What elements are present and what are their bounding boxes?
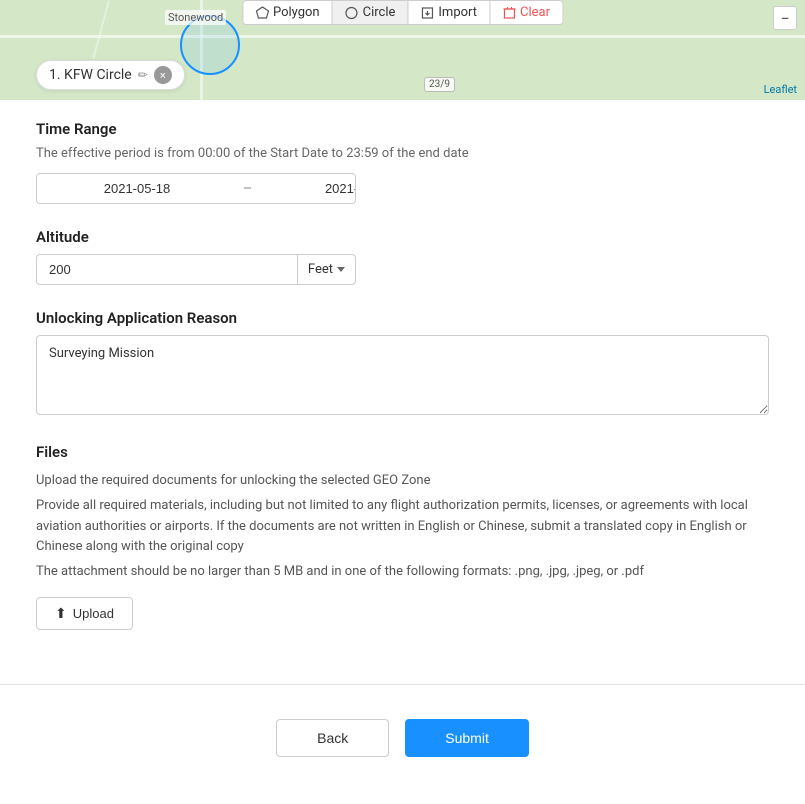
circle-tag-edit-icon[interactable]: ✏ — [138, 68, 148, 82]
zoom-out-button[interactable]: − — [773, 6, 797, 30]
map-toolbar: Polygon Circle Import — [242, 0, 563, 25]
upload-label: Upload — [73, 606, 114, 621]
circle-tag: 1. KFW Circle ✏ × — [36, 60, 185, 90]
clear-icon — [502, 6, 516, 20]
time-range-title: Time Range — [36, 120, 769, 138]
reason-title: Unlocking Application Reason — [36, 309, 769, 327]
time-range-section: Time Range The effective period is from … — [36, 120, 769, 204]
polygon-tool-button[interactable]: Polygon — [243, 1, 333, 24]
footer-divider — [0, 684, 805, 685]
upload-button[interactable]: ⬆ Upload — [36, 597, 133, 630]
upload-icon: ⬆ — [55, 605, 67, 622]
start-date-input[interactable] — [37, 174, 237, 203]
files-desc3: The attachment should be no larger than … — [36, 562, 769, 583]
end-date-input[interactable] — [258, 174, 356, 203]
altitude-row: Feet — [36, 254, 356, 285]
reason-section: Unlocking Application Reason — [36, 309, 769, 419]
import-tool-button[interactable]: Import — [408, 1, 490, 24]
submit-button[interactable]: Submit — [405, 719, 529, 757]
circle-icon — [345, 6, 359, 20]
polygon-tool-label: Polygon — [273, 5, 320, 20]
time-range-desc: The effective period is from 00:00 of th… — [36, 146, 769, 161]
form-content: Time Range The effective period is from … — [0, 100, 805, 674]
files-desc2: Provide all required materials, includin… — [36, 496, 769, 558]
back-button[interactable]: Back — [276, 719, 389, 757]
map-location-label: Stonewood — [165, 10, 226, 25]
clear-tool-button[interactable]: Clear — [490, 1, 562, 24]
files-title: Files — [36, 443, 769, 461]
back-label: Back — [317, 730, 348, 746]
leaflet-attribution: Leaflet — [764, 83, 797, 96]
circle-tool-label: Circle — [363, 5, 396, 20]
map-area: Polygon Circle Import — [0, 0, 805, 100]
circle-tag-close-button[interactable]: × — [154, 66, 172, 84]
submit-label: Submit — [445, 730, 489, 746]
import-tool-label: Import — [438, 5, 477, 20]
polygon-icon — [255, 6, 269, 20]
date-separator: – — [237, 181, 258, 197]
altitude-title: Altitude — [36, 228, 769, 246]
files-section: Files Upload the required documents for … — [36, 443, 769, 630]
map-badge: 23/9 — [424, 77, 455, 92]
altitude-section: Altitude Feet — [36, 228, 769, 285]
footer-buttons: Back Submit — [0, 709, 805, 787]
chevron-down-icon — [337, 267, 345, 272]
altitude-unit-label: Feet — [308, 262, 333, 277]
altitude-input[interactable] — [36, 254, 297, 285]
circle-tool-button[interactable]: Circle — [333, 1, 409, 24]
circle-tag-name: 1. KFW Circle — [49, 67, 132, 83]
import-icon — [420, 6, 434, 20]
altitude-unit-select[interactable]: Feet — [297, 254, 356, 285]
date-range-input: – — [36, 173, 356, 204]
reason-textarea[interactable] — [36, 335, 769, 415]
files-desc1: Upload the required documents for unlock… — [36, 471, 769, 492]
clear-tool-label: Clear — [520, 5, 550, 20]
